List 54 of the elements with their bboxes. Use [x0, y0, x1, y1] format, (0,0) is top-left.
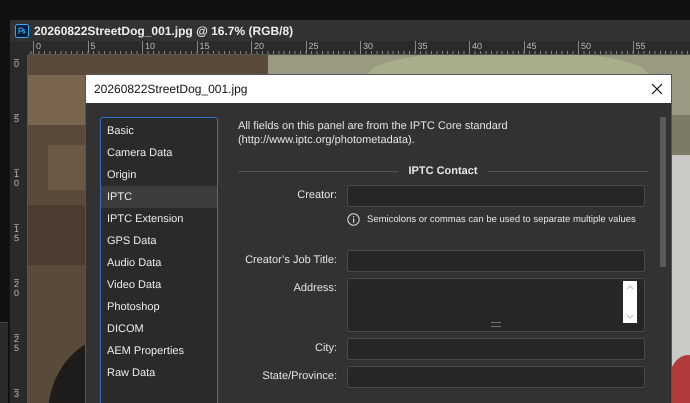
- ruler-label: 30: [360, 41, 414, 53]
- section-heading: IPTC Contact: [408, 165, 478, 177]
- hint-text: Semicolons or commas can be used to separate multiple values: [367, 214, 636, 225]
- category-item[interactable]: GPS Data: [101, 230, 217, 252]
- document-tab[interactable]: 20260822StreetDog_001.jpg @ 16.7% (RGB/8): [10, 20, 690, 41]
- ruler-label: 0: [33, 41, 88, 53]
- category-item[interactable]: Raw Data: [101, 362, 217, 384]
- field-label: Creator:: [296, 188, 337, 203]
- text-field[interactable]: [347, 338, 645, 360]
- ruler-label: 0: [14, 59, 19, 114]
- ruler-label: 40: [469, 41, 524, 53]
- ruler-label: 55: [632, 41, 687, 53]
- ruler-label: 35: [414, 41, 469, 53]
- field-label: State/Province:: [261, 369, 337, 384]
- category-item[interactable]: Basic: [101, 120, 217, 142]
- field-label: Address:: [292, 281, 337, 296]
- ruler-label: 50: [578, 41, 632, 53]
- scroll-up-icon[interactable]: [626, 284, 634, 290]
- category-item[interactable]: Photoshop: [101, 296, 217, 318]
- field-label: Creator’s Job Title:: [244, 253, 337, 268]
- ruler-label: 25: [14, 334, 19, 389]
- category-item[interactable]: Camera Data: [101, 142, 217, 164]
- resize-grip-icon[interactable]: [491, 322, 501, 327]
- text-field[interactable]: [347, 366, 645, 388]
- info-icon: [347, 213, 360, 226]
- scroll-down-icon[interactable]: [626, 314, 634, 320]
- ruler-label: 15: [196, 41, 251, 53]
- scrollbar[interactable]: [623, 281, 637, 323]
- category-item[interactable]: DICOM: [101, 318, 217, 340]
- category-item[interactable]: IPTC: [101, 186, 217, 208]
- text-field[interactable]: [347, 250, 645, 272]
- category-item[interactable]: Origin: [101, 164, 217, 186]
- ruler-label: 10: [14, 169, 19, 224]
- close-icon: [651, 83, 663, 95]
- scrollbar[interactable]: [660, 117, 666, 267]
- category-item[interactable]: IPTC Extension: [101, 208, 217, 230]
- ruler-label: 20: [14, 279, 19, 334]
- field-label: City:: [314, 341, 337, 356]
- ruler-label: 15: [14, 224, 19, 279]
- intro-text: All fields on this panel are from the IPTC Core standard (http://www.iptc.org/photometadata).: [238, 119, 509, 147]
- ruler-label: 5: [88, 41, 142, 53]
- app-icon: [15, 24, 29, 38]
- ruler-label: 5: [14, 114, 19, 169]
- ruler-label: 45: [524, 41, 578, 53]
- address-field[interactable]: [347, 278, 645, 332]
- ruler-label: 20: [251, 41, 306, 53]
- dialog-title: 20260822StreetDog_001.jpg: [94, 82, 248, 96]
- category-item[interactable]: Audio Data: [101, 252, 217, 274]
- text-field[interactable]: [347, 185, 645, 207]
- category-item[interactable]: Video Data: [101, 274, 217, 296]
- category-item[interactable]: AEM Properties: [101, 340, 217, 362]
- ruler-label: 3: [14, 389, 19, 403]
- ruler-label: 25: [306, 41, 360, 53]
- ruler-label: 10: [142, 41, 196, 53]
